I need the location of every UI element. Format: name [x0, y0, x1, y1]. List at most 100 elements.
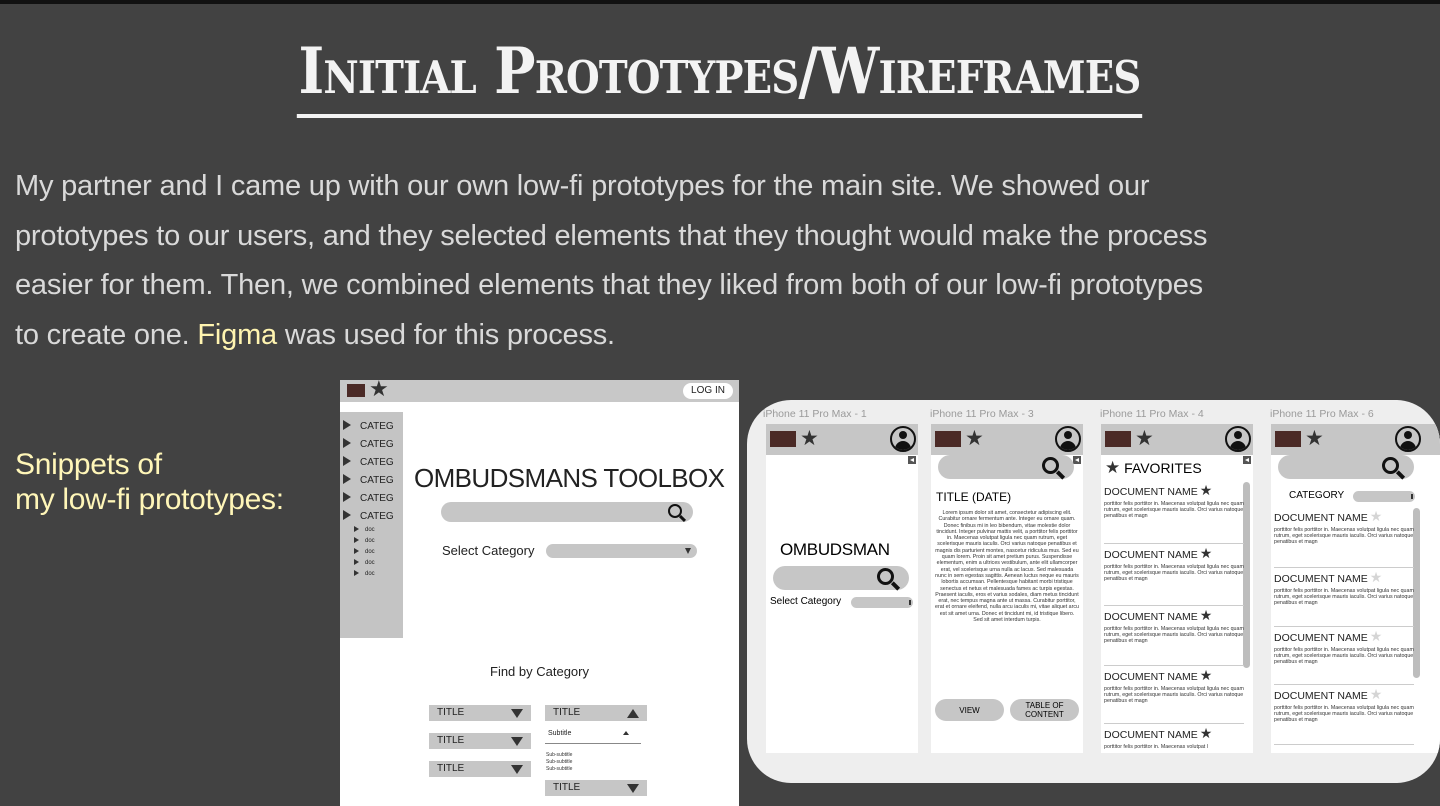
wireframe-top-bar: ★ LOG IN: [340, 380, 739, 402]
list-item[interactable]: DOCUMENT NAME ★ porttitor felis porttitor …: [1104, 606, 1244, 666]
accordion-title-label: TITLE: [553, 782, 581, 793]
site-brand-title: OMBUDSMANS TOOLBOX: [414, 463, 725, 493]
avatar-icon[interactable]: [1225, 426, 1251, 452]
favorite-star-outline-icon[interactable]: ★: [1370, 629, 1383, 645]
snippets-line-1: Snippets of: [15, 448, 162, 481]
back-icon[interactable]: [1073, 456, 1081, 464]
sidebar-doc[interactable]: doc: [354, 526, 375, 534]
sub-subtitle[interactable]: Sub-subtitle: [546, 759, 572, 765]
document-name: DOCUMENT NAME: [1104, 486, 1198, 498]
favorite-star-icon[interactable]: ★: [1200, 483, 1213, 499]
favorite-star-outline-icon[interactable]: ★: [1370, 687, 1383, 703]
accordion-title-expanded[interactable]: TITLE: [545, 705, 647, 721]
document-name: DOCUMENT NAME: [1274, 690, 1368, 702]
accordion-title[interactable]: TITLE: [429, 705, 531, 721]
favorite-star-icon[interactable]: ★: [1200, 668, 1213, 684]
phone-header: ★: [766, 424, 918, 455]
sub-subtitle[interactable]: Sub-subtitle: [546, 766, 572, 772]
scrollbar[interactable]: [1243, 482, 1250, 668]
accordion-subtitle[interactable]: Subtitle: [548, 729, 571, 738]
sidebar-category[interactable]: CATEG: [343, 456, 394, 469]
sidebar-category[interactable]: CATEG: [343, 438, 394, 451]
document-description: porttitor felis porttitor in. Maecenas v…: [1274, 647, 1414, 666]
scrollbar[interactable]: [1413, 508, 1420, 678]
favorite-star-icon[interactable]: ★: [1200, 726, 1213, 742]
table-of-content-button[interactable]: TABLE OF CONTENT: [1010, 699, 1079, 721]
expand-triangle-icon: [343, 510, 351, 520]
list-item[interactable]: DOCUMENT NAME ★ porttitor felis porttitor …: [1274, 510, 1414, 568]
accordion-title-label: TITLE: [437, 707, 465, 718]
logo-square-icon: [1275, 431, 1301, 447]
favorite-star-outline-icon[interactable]: ★: [1370, 509, 1383, 525]
list-item[interactable]: DOCUMENT NAME ★ porttitor felis porttitor …: [1274, 568, 1414, 627]
list-item[interactable]: DOCUMENT NAME ★ porttitor felis porttitor …: [1104, 484, 1244, 544]
search-input[interactable]: [773, 566, 909, 590]
phone-favorites-screen: ★ ★ FAVORITES DOCUMENT NAME ★ porttitor fe…: [1101, 424, 1253, 753]
back-icon[interactable]: [908, 456, 916, 464]
intro-line-4: to create one. Figma was used for this p…: [15, 311, 1430, 361]
expand-triangle-icon: [343, 438, 351, 448]
expand-triangle-icon: [354, 559, 359, 565]
arrow-up-icon: [627, 709, 639, 718]
search-icon[interactable]: [1042, 457, 1059, 474]
favorite-star-outline-icon[interactable]: ★: [1370, 570, 1383, 586]
sidebar-doc-label: doc: [365, 560, 375, 566]
phone-header: ★: [1101, 424, 1253, 455]
category-select[interactable]: [1353, 491, 1415, 502]
intro-line-4-prefix: to create one.: [15, 318, 190, 351]
sidebar-category[interactable]: CATEG: [343, 420, 394, 433]
avatar-icon[interactable]: [1055, 426, 1081, 452]
star-icon: ★: [369, 380, 389, 402]
sidebar-category[interactable]: CATEG: [343, 510, 394, 523]
search-input[interactable]: [938, 455, 1074, 479]
select-category-label: Select Category: [770, 596, 842, 607]
accordion-title[interactable]: TITLE: [429, 761, 531, 777]
document-description: porttitor felis porttitor in. Maecenas v…: [1104, 501, 1244, 520]
accordion-title[interactable]: TITLE: [429, 733, 531, 749]
avatar-icon[interactable]: [890, 426, 916, 452]
arrow-down-icon: [511, 765, 523, 774]
list-item[interactable]: DOCUMENT NAME ★ porttitor felis porttitor …: [1104, 724, 1244, 753]
sidebar-category[interactable]: CATEG: [343, 492, 394, 505]
list-item[interactable]: DOCUMENT NAME ★ porttitor felis porttitor …: [1104, 544, 1244, 606]
expand-triangle-icon: [343, 474, 351, 484]
back-icon[interactable]: [1243, 456, 1251, 464]
accordion-title-label: TITLE: [437, 763, 465, 774]
accordion-title[interactable]: TITLE: [545, 780, 647, 796]
search-icon[interactable]: [1382, 457, 1399, 474]
sidebar-doc[interactable]: doc: [354, 548, 375, 556]
document-name: DOCUMENT NAME: [1104, 611, 1198, 623]
favorite-star-icon[interactable]: ★: [1200, 546, 1213, 562]
logo-square-icon: [770, 431, 796, 447]
search-input[interactable]: [1278, 455, 1414, 479]
phone-document-screen: ★ TITLE (DATE) Lorem ipsum dolor sit ame…: [931, 424, 1083, 753]
category-select[interactable]: [546, 544, 697, 558]
sidebar-doc[interactable]: doc: [354, 559, 375, 567]
desktop-wireframe: ★ LOG IN CATEG CATEG CATEG CATEG CATEG C…: [340, 380, 739, 806]
avatar-icon[interactable]: [1395, 426, 1421, 452]
document-description: porttitor felis porttitor in. Maecenas v…: [1104, 626, 1244, 645]
sub-subtitle[interactable]: Sub-subtitle: [546, 752, 572, 758]
document-name: DOCUMENT NAME: [1104, 671, 1198, 683]
search-icon[interactable]: [877, 568, 894, 585]
sidebar-category[interactable]: CATEG: [343, 474, 394, 487]
login-button[interactable]: LOG IN: [683, 383, 733, 399]
expand-triangle-icon: [343, 492, 351, 502]
intro-line-4-suffix: was used for this process.: [284, 318, 615, 351]
list-item[interactable]: DOCUMENT NAME ★ porttitor felis porttitor …: [1104, 666, 1244, 724]
list-item[interactable]: DOCUMENT NAME ★ porttitor felis porttitor …: [1274, 685, 1414, 745]
list-item[interactable]: DOCUMENT NAME ★ porttitor felis porttitor …: [1274, 627, 1414, 685]
category-select[interactable]: [851, 597, 913, 608]
sidebar-doc[interactable]: doc: [354, 537, 375, 545]
phone-header: ★: [1271, 424, 1440, 455]
figma-highlight: Figma: [197, 318, 277, 351]
star-icon: ★: [965, 426, 984, 450]
sidebar-doc[interactable]: doc: [354, 570, 375, 578]
favorite-star-icon[interactable]: ★: [1200, 608, 1213, 624]
document-description: porttitor felis porttitor in. Maecenas v…: [1274, 588, 1414, 607]
search-input[interactable]: [441, 502, 693, 522]
view-button[interactable]: VIEW: [935, 699, 1004, 721]
search-icon[interactable]: [668, 504, 682, 518]
favorites-label: FAVORITES: [1124, 460, 1202, 476]
expand-triangle-icon: [354, 537, 359, 543]
